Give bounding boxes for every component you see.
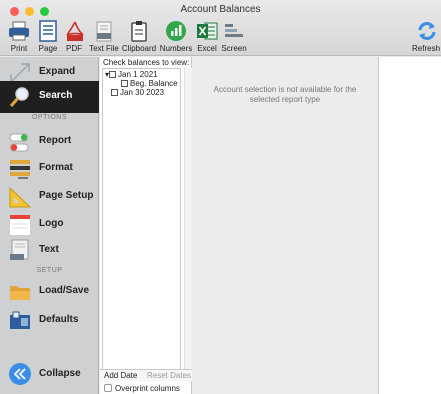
sidebar-item-load-save[interactable]: Load/Save — [0, 276, 99, 308]
refresh-button[interactable]: Refresh — [412, 20, 441, 54]
overprint-checkbox[interactable] — [104, 384, 112, 392]
page-icon — [37, 20, 59, 42]
print-label: Print — [10, 44, 28, 53]
sidebar-item-collapse[interactable]: Collapse — [0, 358, 99, 390]
numbers-label: Numbers — [159, 44, 193, 53]
sidebar: Expand Search OPTIONS Report Format Page… — [0, 57, 99, 394]
options-section-header: OPTIONS — [31, 114, 67, 121]
tree-item-label: Beg. Balance — [130, 79, 178, 88]
account-selection-panel: Account selection is not available for t… — [193, 57, 377, 394]
tree-header: Check balances to view: — [103, 58, 190, 67]
message-line-1: Account selection is not available for t… — [213, 85, 357, 94]
add-date-button[interactable]: Add Date — [104, 371, 137, 380]
tree-item-label: Jan 30 2023 — [120, 88, 165, 97]
sidebar-item-search[interactable]: Search — [0, 81, 99, 113]
tree-button-bar: Add Date Reset Dates — [100, 369, 192, 381]
sidebar-item-label: Defaults — [39, 314, 79, 325]
checkbox[interactable] — [111, 89, 118, 96]
format-icon — [8, 157, 32, 181]
tree-item-date-1[interactable]: ▾ Jan 1 2021 — [105, 70, 158, 79]
screen-icon — [223, 20, 245, 42]
sidebar-item-label: Expand — [39, 66, 76, 77]
sidebar-item-label: Format — [39, 162, 73, 173]
reset-dates-button[interactable]: Reset Dates — [147, 371, 191, 380]
tree-scrollbar[interactable] — [184, 68, 192, 380]
refresh-label: Refresh — [412, 44, 441, 53]
page-button[interactable]: Page — [36, 20, 60, 54]
defaults-icon — [8, 309, 32, 333]
excel-label: Excel — [197, 44, 217, 53]
sidebar-item-label: Search — [39, 90, 73, 101]
pdf-icon — [64, 20, 86, 42]
text-icon — [8, 239, 32, 263]
logo-icon — [8, 213, 32, 237]
search-icon — [8, 85, 32, 109]
date-tree-panel: Check balances to view: ▾ Jan 1 2021 Beg.… — [100, 57, 192, 394]
clipboard-button[interactable]: Clipboard — [121, 20, 157, 54]
sidebar-item-label: Collapse — [39, 368, 81, 379]
message-line-2: selected report type — [249, 95, 321, 104]
numbers-icon — [165, 20, 187, 42]
overprint-columns-option[interactable]: Overprint columns — [104, 384, 180, 393]
screen-label: Screen — [221, 44, 247, 53]
sidebar-item-defaults[interactable]: Defaults — [0, 305, 99, 337]
checkbox[interactable] — [121, 80, 128, 87]
tree-item-beg-balance[interactable]: Beg. Balance — [121, 79, 178, 88]
pdf-button[interactable]: PDF — [64, 20, 84, 54]
account-selection-message: Account selection is not available for t… — [193, 85, 377, 105]
sidebar-item-label: Page Setup — [39, 190, 94, 201]
clipboard-label: Clipboard — [121, 44, 157, 53]
triangle-ruler-icon — [8, 185, 32, 209]
tree-item-date-2[interactable]: Jan 30 2023 — [111, 88, 164, 97]
refresh-icon — [416, 20, 438, 42]
pdf-label: PDF — [66, 44, 82, 53]
text-file-label: Text File — [89, 44, 119, 53]
excel-icon — [196, 20, 218, 42]
text-file-button[interactable]: Text File — [88, 20, 120, 54]
screen-button[interactable]: Screen — [220, 20, 248, 54]
report-preview — [378, 57, 441, 394]
date-tree: ▾ Jan 1 2021 Beg. Balance Jan 30 2023 — [102, 68, 181, 380]
sidebar-item-label: Report — [39, 135, 72, 146]
collapse-icon — [8, 362, 32, 386]
sidebar-item-label: Logo — [39, 218, 64, 229]
checkbox[interactable] — [109, 71, 117, 78]
text-file-icon — [93, 20, 115, 42]
tree-item-label: Jan 1 2021 — [118, 70, 158, 79]
numbers-button[interactable]: Numbers — [159, 20, 193, 54]
sidebar-item-text[interactable]: Text — [0, 235, 99, 267]
excel-button[interactable]: Excel — [196, 20, 218, 54]
sidebar-item-label: Load/Save — [39, 285, 90, 296]
clipboard-icon — [128, 20, 150, 42]
sidebar-item-label: Text — [39, 244, 59, 255]
setup-section-header: SETUP — [36, 267, 63, 274]
toggle-icon — [8, 130, 32, 154]
printer-icon — [8, 20, 30, 42]
window-title: Account Balances — [180, 4, 261, 15]
page-label: Page — [38, 44, 58, 53]
print-button[interactable]: Print — [6, 20, 32, 54]
overprint-label: Overprint columns — [115, 384, 180, 393]
window-toolbar: Account Balances Print Page PDF Text Fil… — [0, 0, 441, 56]
folder-icon — [8, 280, 32, 304]
